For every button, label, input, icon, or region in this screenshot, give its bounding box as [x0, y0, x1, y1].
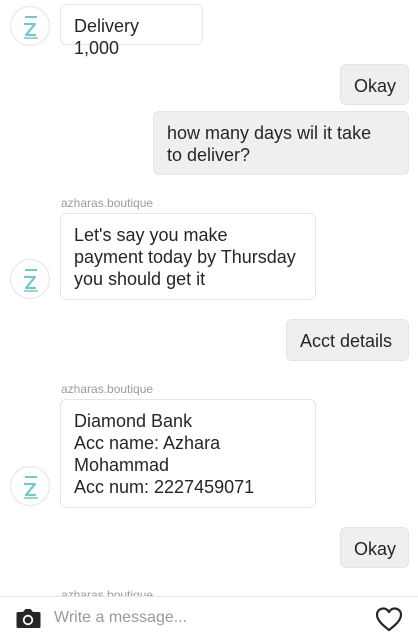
sender-name: azharas.boutique — [61, 382, 154, 396]
message-bubble-incoming[interactable]: Diamond Bank Acc name: Azhara Mohammad A… — [60, 399, 316, 508]
message-bubble-outgoing[interactable]: Okay — [340, 527, 409, 568]
avatar[interactable] — [10, 466, 50, 506]
heart-icon[interactable] — [374, 605, 404, 633]
message-input[interactable] — [54, 605, 354, 631]
message-bubble-outgoing[interactable]: Okay — [340, 64, 409, 105]
message-bubble-outgoing[interactable]: Acct details — [286, 319, 409, 361]
boutique-logo-icon — [24, 476, 38, 499]
message-bubble-incoming[interactable]: Delivery 1,000 — [60, 4, 203, 58]
message-bubble-incoming[interactable]: Let's say you make payment today by Thur… — [60, 213, 316, 300]
sender-name: azharas.boutique — [61, 196, 154, 210]
avatar[interactable] — [10, 259, 50, 299]
boutique-logo-icon — [24, 269, 38, 292]
message-composer — [0, 596, 418, 640]
message-bubble-outgoing[interactable]: how many days wil it take to deliver? — [153, 111, 409, 175]
avatar[interactable] — [10, 6, 50, 46]
camera-icon[interactable] — [14, 605, 42, 631]
boutique-logo-icon — [24, 16, 38, 39]
